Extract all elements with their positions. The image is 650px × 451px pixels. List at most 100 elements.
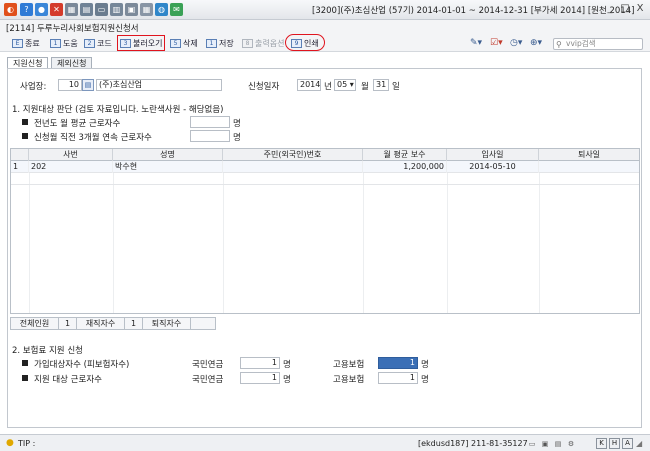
user-icon[interactable]: ●	[35, 3, 48, 16]
recent-workers-field	[190, 130, 230, 142]
join-date-cell[interactable]: 2014-05-10	[447, 161, 539, 173]
user-info: [ekdusd187] 211-81-35127	[418, 439, 528, 448]
print-button[interactable]: 9 인쇄	[291, 37, 319, 50]
support-target-label: 지원 대상 근로자수	[34, 375, 102, 385]
active-label: 재직자수	[77, 318, 125, 329]
calendar-icon[interactable]: ▣	[125, 3, 138, 16]
delete-button[interactable]: 5 삭제	[170, 37, 198, 50]
code-button[interactable]: 2 코드	[84, 37, 112, 50]
leave-date-cell[interactable]	[539, 161, 639, 173]
close-form-label: 종료	[25, 39, 40, 48]
tip-label: TIP :	[18, 439, 36, 448]
status-bar: ● TIP : [ekdusd187] 211-81-35127 ▭ ▣ ▤ ⚙…	[0, 434, 650, 451]
total-value: 1	[59, 318, 77, 329]
help-icon[interactable]: ?	[20, 3, 33, 16]
business-lookup-icon[interactable]: ▤	[82, 79, 94, 91]
indicator-h: H	[609, 438, 620, 449]
grid-header-join-date[interactable]: 입사일	[447, 149, 539, 161]
emp-id-cell[interactable]: 202	[29, 161, 113, 173]
grid-header-avg-pay[interactable]: 월 평균 보수	[363, 149, 447, 161]
row1-employment-input[interactable]: 1	[378, 357, 418, 369]
load-button[interactable]: 3 불러오기	[120, 37, 162, 50]
avg-workers-field	[190, 116, 230, 128]
print-icon: 9	[291, 39, 302, 48]
avg-pay-cell[interactable]: 1,200,000	[363, 161, 447, 173]
resident-no-cell[interactable]	[223, 161, 363, 173]
restore-button[interactable]: □	[619, 3, 631, 15]
title-bar: ◐ ? ● ✕ ▦ ▤ ▭ ▥ ▣ ▦ ◍ ✉ [3200](주)초심산업 (5…	[0, 0, 650, 20]
row-number: 1	[11, 161, 29, 173]
table-row[interactable]: 1 202 박수현 1,200,000 2014-05-10	[11, 161, 639, 173]
calendar-check-icon[interactable]: ☑▾	[490, 38, 503, 48]
save-button[interactable]: 1 저장	[206, 37, 234, 50]
exit-icon: E	[12, 39, 23, 48]
form-title: [2114] 두루누리사회보험지원신청서	[6, 24, 139, 34]
globe-icon[interactable]: ◍	[155, 3, 168, 16]
window-title: [3200](주)초심산업 (57기) 2014-01-01 ~ 2014-12…	[312, 6, 635, 16]
close-window-button[interactable]: X	[634, 3, 646, 15]
grid-header-leave-date[interactable]: 퇴사일	[539, 149, 639, 161]
business-label: 사업장:	[20, 82, 47, 92]
save-label: 저장	[219, 39, 234, 48]
lightbulb-icon: ●	[6, 438, 14, 448]
output-options-button[interactable]: 8 출력옵션	[242, 37, 284, 50]
monitor-icon[interactable]: ▣	[540, 439, 550, 449]
notebook-icon[interactable]: ▭	[527, 439, 537, 449]
help-label: 도움	[63, 39, 78, 48]
employment-insurance-label: 고용보험	[333, 360, 365, 370]
search-placeholder: vvip검색	[566, 39, 596, 48]
apply-month-select[interactable]: 05 ▾	[334, 79, 356, 91]
tools-icon[interactable]: ✎▾	[470, 38, 482, 48]
row2-pension-input[interactable]: 1	[240, 372, 280, 384]
delete-icon: 5	[170, 39, 181, 48]
clock-icon[interactable]: ◷▾	[510, 38, 522, 48]
globe-menu-icon[interactable]: ⊕▾	[530, 38, 542, 48]
retired-value	[191, 318, 215, 329]
grid-header-name[interactable]: 성명	[113, 149, 223, 161]
unit-label: 명	[283, 375, 291, 385]
insured-count-label: 가입대상자수 (피보험자수)	[34, 360, 130, 370]
document-icon[interactable]: ▥	[110, 3, 123, 16]
day-unit: 일	[392, 82, 400, 92]
section2-title: 2. 보험료 지원 신청	[12, 346, 83, 356]
load-label: 불러오기	[133, 39, 163, 48]
business-name-field: (주)초심산업	[96, 79, 222, 91]
help-button[interactable]: 1 도움	[50, 37, 78, 50]
recent-workers-label: 신청월 직전 3개월 연속 근로자수	[34, 133, 152, 143]
retired-label: 퇴직자수	[143, 318, 191, 329]
search-input[interactable]: ⚲ vvip검색	[553, 38, 643, 50]
row1-pension-input[interactable]: 1	[240, 357, 280, 369]
apply-day-input[interactable]: 31	[373, 79, 389, 91]
network-icon[interactable]: ▤	[553, 439, 563, 449]
total-label: 전체인원	[11, 318, 59, 329]
settings-icon[interactable]: ⚙	[566, 439, 576, 449]
apply-month-value: 05	[337, 80, 348, 89]
grid-header-resident-no[interactable]: 주민(외국인)번호	[223, 149, 363, 161]
unit-label: 명	[421, 360, 429, 370]
stop-icon[interactable]: ✕	[50, 3, 63, 16]
printer-icon[interactable]: ▭	[95, 3, 108, 16]
chat-icon[interactable]: ✉	[170, 3, 183, 16]
pension-label: 국민연금	[192, 375, 224, 385]
grid-header: 사번 성명 주민(외국인)번호 월 평균 보수 입사일 퇴사일	[11, 149, 639, 161]
minimize-button[interactable]: _	[604, 3, 616, 15]
grid-icon[interactable]: ▦	[65, 3, 78, 16]
code-label: 코드	[97, 39, 112, 48]
bullet-square	[22, 119, 28, 125]
row2-employment-input[interactable]: 1	[378, 372, 418, 384]
business-code-input[interactable]: 10	[58, 79, 82, 91]
code-icon: 2	[84, 39, 95, 48]
calculator-icon[interactable]: ▤	[80, 3, 93, 16]
resize-grip-icon[interactable]: ◢	[636, 439, 642, 448]
pension-label: 국민연금	[192, 360, 224, 370]
close-form-button[interactable]: E 종료	[12, 37, 40, 50]
toolbar: E 종료 1 도움 2 코드 3 불러오기 5 삭제 1 저장 8 출력옵션 9 인쇄 ✎▾ ☑…	[0, 34, 650, 52]
table-row[interactable]	[11, 173, 639, 185]
active-value: 1	[125, 318, 143, 329]
grid-header-emp-id[interactable]: 사번	[29, 149, 113, 161]
apply-year-input[interactable]: 2014	[297, 79, 321, 91]
summary-bar: 전체인원 1 재직자수 1 퇴직자수	[10, 317, 216, 330]
table-icon[interactable]: ▦	[140, 3, 153, 16]
name-cell[interactable]: 박수현	[113, 161, 223, 173]
bullet-square	[22, 133, 28, 139]
